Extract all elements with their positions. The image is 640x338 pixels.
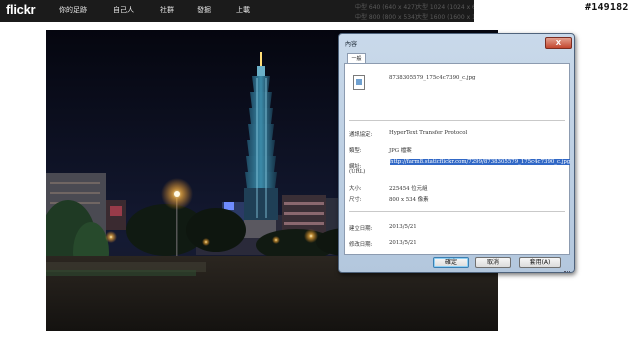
protocol-value: HyperText Transfer Protocol — [389, 130, 468, 136]
type-value: JPG 檔案 — [389, 148, 412, 154]
dialog-title: 內容 — [345, 41, 358, 48]
size-medium-800[interactable]: 中型 800 (800 x 534) — [355, 12, 417, 21]
close-icon[interactable]: X — [545, 37, 572, 49]
size-label: 大小: — [349, 186, 362, 192]
nav-explore[interactable]: 發掘 — [197, 5, 211, 15]
dimensions-value: 800 x 534 像素 — [389, 197, 429, 203]
mouse-cursor-icon — [447, 172, 457, 182]
url-selected-text[interactable]: http://farm8.staticflickr.com/7299/87383… — [390, 159, 571, 165]
created-label: 建立日期: — [349, 226, 373, 232]
dimensions-label: 尺寸: — [349, 197, 362, 203]
divider — [349, 120, 565, 121]
ok-button[interactable]: 確定 — [433, 257, 469, 268]
watermark-number: #149182 — [585, 2, 629, 13]
nav-upload[interactable]: 上載 — [236, 5, 250, 15]
created-value: 2013/5/21 — [389, 224, 417, 230]
nav-you[interactable]: 你的足跡 — [59, 5, 87, 15]
url-label-en: (URL) — [349, 169, 366, 175]
modified-label: 修改日期: — [349, 242, 373, 248]
divider — [349, 211, 565, 212]
flickr-logo[interactable]: flickr — [6, 2, 36, 17]
cancel-button[interactable]: 取消 — [475, 257, 511, 268]
image-file-icon — [353, 75, 365, 90]
size-medium-640[interactable]: 中型 640 (640 x 427) — [355, 2, 417, 11]
nav-groups[interactable]: 社群 — [160, 5, 174, 15]
apply-button[interactable]: 套用(A) — [519, 257, 561, 268]
type-label: 類型: — [349, 148, 362, 154]
nav-contacts[interactable]: 自己人 — [113, 5, 134, 15]
modified-value: 2013/5/21 — [389, 240, 417, 246]
url-value[interactable]: http://farm8.staticflickr.com/7299/87383… — [390, 159, 571, 166]
protocol-label: 通訊協定: — [349, 132, 373, 138]
file-name: 8738305579_175c4c7390_c.jpg — [389, 75, 476, 81]
general-panel: 8738305579_175c4c7390_c.jpg 通訊協定: HyperT… — [344, 63, 571, 255]
size-value: 225454 位元組 — [389, 186, 428, 192]
resize-grip-icon[interactable] — [564, 268, 570, 272]
properties-dialog: 內容 X 一般 8738305579_175c4c7390_c.jpg 通訊協定… — [338, 33, 575, 273]
